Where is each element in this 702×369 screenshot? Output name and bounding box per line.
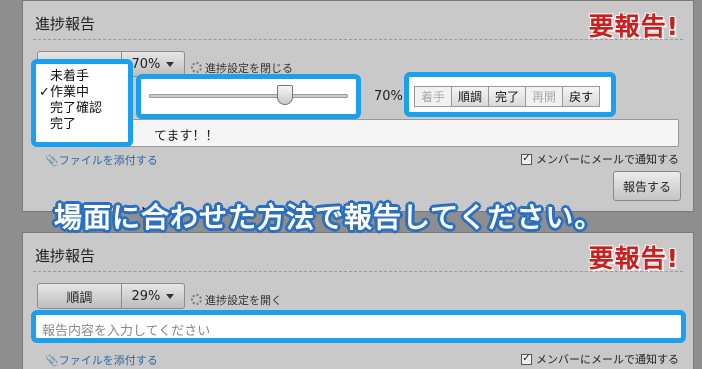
notify-members-checkbox[interactable]: ✓ メンバーにメールで通知する xyxy=(521,351,679,367)
attach-file-label: ファイルを添付する xyxy=(58,354,158,367)
report-input-placeholder: 報告内容を入力してください xyxy=(42,324,211,339)
menu-item-in-progress[interactable]: ✓ 作業中 xyxy=(36,85,128,101)
status-dropdown-button[interactable]: 順調 xyxy=(38,284,121,308)
progress-slider-handle[interactable] xyxy=(277,85,294,105)
state-button-on-track[interactable]: 順調 xyxy=(451,86,490,107)
submit-report-button[interactable]: 報告する xyxy=(613,171,681,201)
menu-item-complete[interactable]: 完了 xyxy=(36,117,128,133)
menu-item-completion-review[interactable]: 完了確認 xyxy=(36,101,128,117)
percent-dropdown-label: 29% xyxy=(131,288,161,304)
instruction-caption: 場面に合わせた方法で報告してください。 xyxy=(54,201,604,234)
panel-title: 進捗報告 xyxy=(35,247,96,265)
menu-item-label: 作業中 xyxy=(50,85,90,100)
divider xyxy=(33,271,683,272)
urgent-report-label: 要報告! xyxy=(588,12,679,41)
state-button-start[interactable]: 着手 xyxy=(414,86,453,107)
notify-members-checkbox[interactable]: ✓ メンバーにメールで通知する xyxy=(521,151,679,167)
progress-slider-callout xyxy=(136,74,361,119)
progress-slider-track[interactable] xyxy=(149,94,348,98)
state-button-complete[interactable]: 完了 xyxy=(488,86,527,107)
attach-file-link[interactable]: 📎ファイルを添付する xyxy=(45,152,158,168)
paperclip-icon: 📎 xyxy=(45,154,59,167)
menu-item-label: 完了確認 xyxy=(50,101,103,116)
panel-title: 進捗報告 xyxy=(35,15,96,33)
paperclip-icon: 📎 xyxy=(45,354,59,367)
menu-item-not-started[interactable]: 未着手 xyxy=(36,69,128,85)
screenshot-stage: 進捗報告 要報告! 順調 70% 進捗設定を閉じる てます！！ 📎ファイルを添付… xyxy=(0,0,702,369)
divider xyxy=(33,39,683,40)
attach-file-label: ファイルを添付する xyxy=(58,154,158,167)
report-textarea[interactable]: てます！！ xyxy=(37,119,679,147)
percent-dropdown-button[interactable]: 29% xyxy=(120,284,184,308)
status-menu-callout: 未着手 ✓ 作業中 完了確認 完了 xyxy=(31,59,133,147)
urgent-report-label: 要報告! xyxy=(588,244,679,273)
chevron-down-icon xyxy=(166,61,175,67)
attach-file-link[interactable]: 📎ファイルを添付する xyxy=(45,352,158,368)
open-settings-link[interactable]: 進捗設定を開く xyxy=(191,292,282,308)
open-settings-label: 進捗設定を開く xyxy=(205,294,282,307)
percent-display: 70% xyxy=(374,89,403,104)
gear-icon xyxy=(191,62,202,73)
notify-members-label: メンバーにメールで通知する xyxy=(536,153,679,166)
progress-report-panel-bottom: 進捗報告 要報告! 順調 29% 進捗設定を開く 📎ファイルを添付する ✓ メンバ… xyxy=(22,232,694,369)
checkbox-checked-icon[interactable]: ✓ xyxy=(521,153,532,165)
report-input-callout[interactable]: 報告内容を入力してください xyxy=(31,310,686,343)
status-button-group: 順調 29% xyxy=(37,283,185,309)
submit-report-label: 報告する xyxy=(622,179,671,194)
notify-members-label: メンバーにメールで通知する xyxy=(536,353,679,366)
checkbox-checked-icon[interactable]: ✓ xyxy=(521,353,532,365)
menu-item-label: 未着手 xyxy=(50,69,90,84)
percent-dropdown-label: 70% xyxy=(131,56,161,72)
state-button-resume[interactable]: 再開 xyxy=(525,86,564,107)
state-button-row: 着手 順調 完了 再開 戻す xyxy=(414,86,601,107)
status-dropdown-label: 順調 xyxy=(66,290,93,306)
menu-item-label: 完了 xyxy=(50,117,77,132)
state-button-revert[interactable]: 戻す xyxy=(562,86,601,107)
gear-icon xyxy=(191,294,202,305)
report-text: てます！！ xyxy=(154,129,219,144)
chevron-down-icon xyxy=(166,293,175,299)
check-icon: ✓ xyxy=(39,85,50,100)
state-buttons-callout: 着手 順調 完了 再開 戻す xyxy=(404,72,616,117)
